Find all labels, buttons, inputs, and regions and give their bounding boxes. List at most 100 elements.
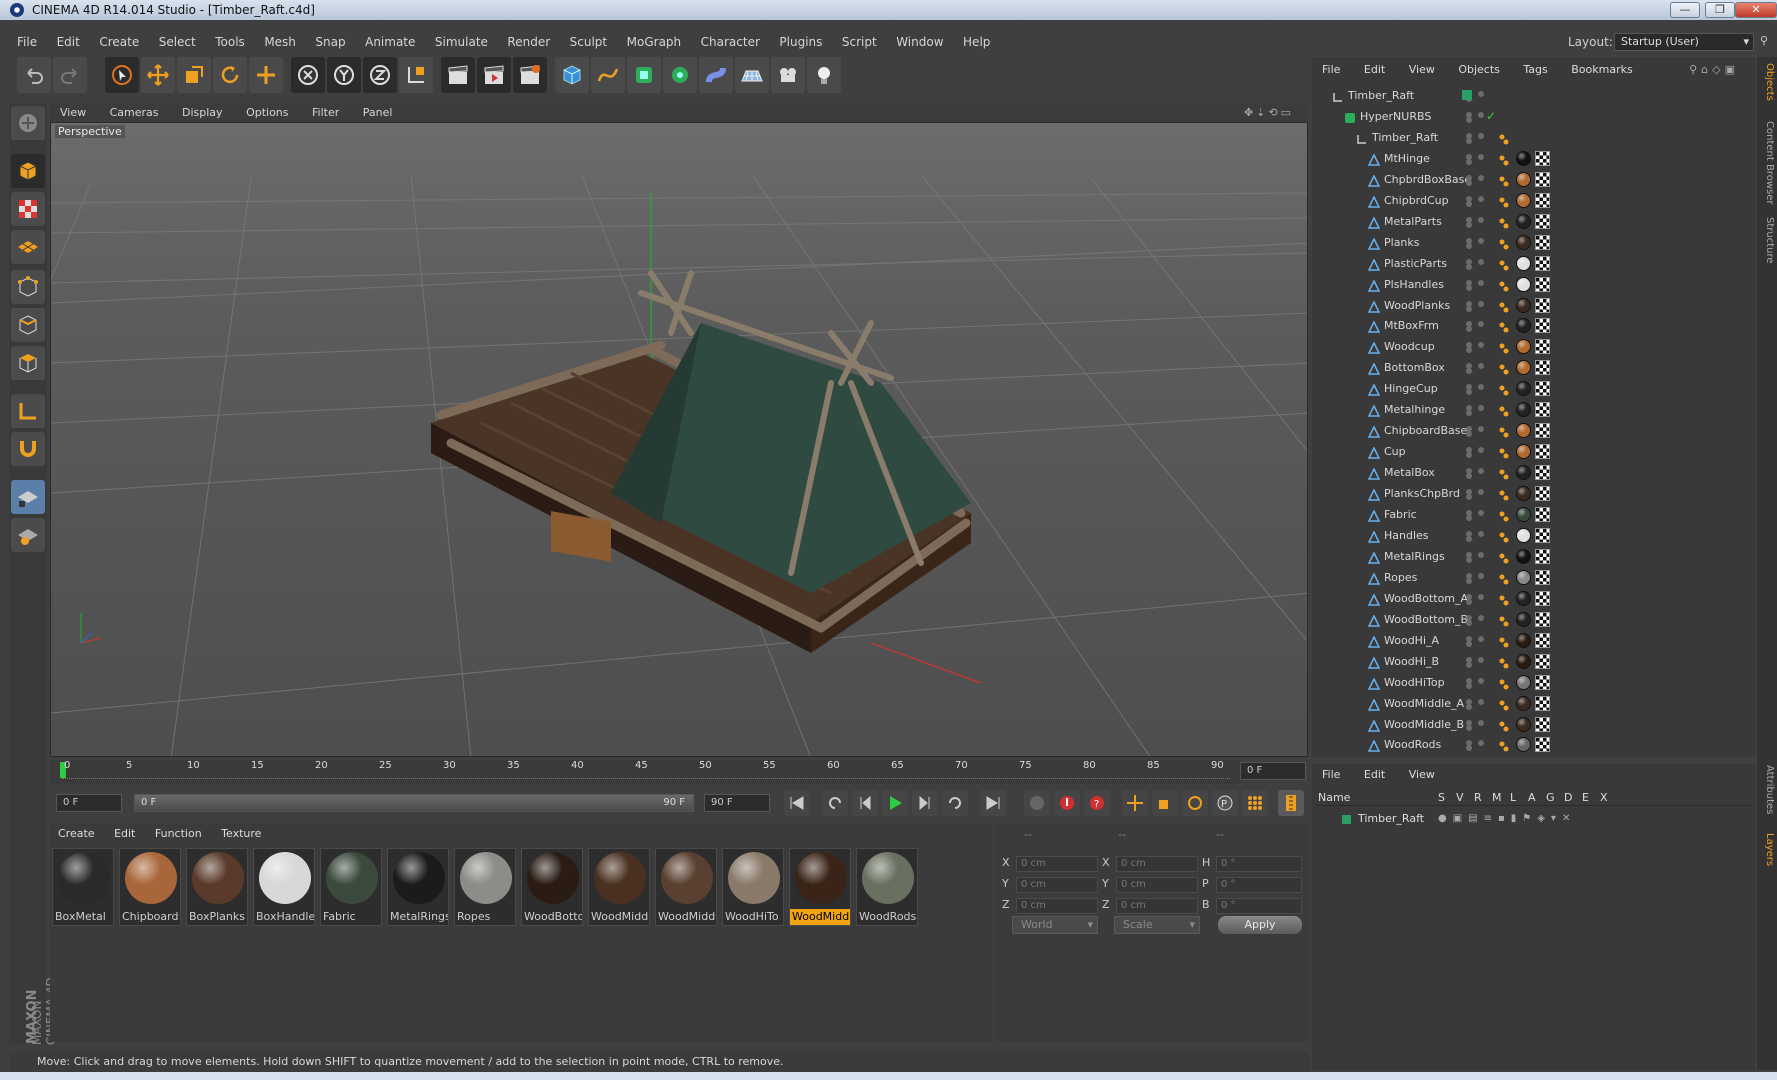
render-visibility-dot[interactable] <box>1466 200 1472 207</box>
restore-button[interactable]: ❐ <box>1705 2 1735 18</box>
menu-sculpt[interactable]: Sculpt <box>570 35 607 49</box>
object-row[interactable]: Handles <box>1312 525 1755 546</box>
material-tag-icon[interactable] <box>1516 465 1531 481</box>
render-visibility-dot[interactable] <box>1466 598 1472 605</box>
menu-create[interactable]: Create <box>99 35 139 49</box>
render-visibility-dot[interactable] <box>1466 619 1472 626</box>
end-frame-field[interactable]: 90 F <box>704 794 770 812</box>
last-tool-button[interactable] <box>249 57 283 93</box>
object-row[interactable]: PlanksChpBrd <box>1312 483 1755 504</box>
material-tag-icon[interactable] <box>1516 234 1531 250</box>
phong-tag-icon[interactable] <box>1498 299 1510 312</box>
enable-dot[interactable] <box>1478 174 1484 181</box>
material-swatch[interactable]: WoodMidd <box>655 848 717 926</box>
object-row[interactable]: ChipbrdCup <box>1312 190 1755 211</box>
menu-mograph[interactable]: MoGraph <box>627 35 682 49</box>
phong-tag-icon[interactable] <box>1498 508 1510 522</box>
enable-dot[interactable] <box>1478 300 1484 307</box>
y-axis-button[interactable] <box>327 57 361 93</box>
render-visibility-dot[interactable] <box>1466 137 1472 144</box>
tab-objects[interactable]: Objects <box>1759 63 1775 101</box>
phong-tag-icon[interactable] <box>1498 236 1510 250</box>
material-tag-icon[interactable] <box>1516 507 1531 522</box>
phong-tag-icon[interactable] <box>1498 131 1510 145</box>
nurbs-button[interactable] <box>627 57 661 93</box>
viewport-menu-panel[interactable]: Panel <box>363 106 393 119</box>
object-row[interactable]: HyperNURBS ✓ <box>1312 106 1755 127</box>
render-visibility-dot[interactable] <box>1466 682 1472 689</box>
enable-dot[interactable] <box>1478 279 1484 286</box>
viewport-menu-options[interactable]: Options <box>246 106 288 119</box>
render-visibility-dot[interactable] <box>1466 724 1472 731</box>
object-nav-icons[interactable]: ⚲⌂◇▣ <box>1689 57 1739 83</box>
texture-mode-button[interactable] <box>11 192 45 226</box>
render-visibility-dot[interactable] <box>1466 494 1472 501</box>
enable-dot[interactable] <box>1478 447 1484 454</box>
uvw-tag-icon[interactable] <box>1535 465 1550 481</box>
menu-edit[interactable]: Edit <box>57 35 80 49</box>
enable-dot[interactable] <box>1478 91 1484 97</box>
phong-tag-icon[interactable] <box>1498 613 1510 627</box>
move-tool-button[interactable] <box>141 57 175 93</box>
menu-snap[interactable]: Snap <box>315 35 345 49</box>
menu-simulate[interactable]: Simulate <box>435 35 488 49</box>
menu-plugins[interactable]: Plugins <box>779 35 822 49</box>
render-visibility-dot[interactable] <box>1466 389 1472 396</box>
phong-tag-icon[interactable] <box>1498 424 1510 438</box>
material-swatch[interactable]: WoodRods <box>856 848 918 926</box>
uvw-tag-icon[interactable] <box>1535 569 1550 585</box>
uvw-tag-icon[interactable] <box>1535 444 1550 460</box>
object-row[interactable]: WoodHi_B <box>1312 651 1755 672</box>
uvw-tag-icon[interactable] <box>1535 360 1550 376</box>
menu-render[interactable]: Render <box>507 35 550 49</box>
material-tag-icon[interactable] <box>1516 527 1531 543</box>
object-row[interactable]: MetalBox <box>1312 462 1755 483</box>
phong-tag-icon[interactable] <box>1498 445 1510 459</box>
perspective-viewport[interactable]: Perspective <box>50 122 1308 757</box>
render-picture-viewer-button[interactable] <box>477 57 511 93</box>
object-row[interactable]: Planks <box>1312 232 1755 253</box>
material-swatch[interactable]: WoodBotto <box>521 848 583 926</box>
next-frame-button[interactable] <box>912 790 938 816</box>
phong-tag-icon[interactable] <box>1498 655 1510 669</box>
render-visibility-dot[interactable] <box>1466 431 1472 438</box>
viewport-nav-icons[interactable]: ✥⇣⟲▭ <box>1244 104 1294 122</box>
cube-button[interactable] <box>555 57 589 93</box>
phong-tag-icon[interactable] <box>1498 571 1510 585</box>
key-parameter-button[interactable]: P <box>1212 790 1238 816</box>
uvw-tag-icon[interactable] <box>1535 423 1550 439</box>
uvw-tag-icon[interactable] <box>1535 297 1550 313</box>
uvw-tag-icon[interactable] <box>1535 716 1550 732</box>
enable-dot[interactable] <box>1478 363 1484 370</box>
tab-structure[interactable]: Structure <box>1759 217 1775 264</box>
menu-file[interactable]: File <box>17 35 37 49</box>
record-disabled-button[interactable] <box>1024 790 1050 816</box>
render-visibility-dot[interactable] <box>1466 661 1472 668</box>
material-tag-icon[interactable] <box>1516 716 1531 732</box>
go-to-start-button[interactable] <box>784 790 810 816</box>
render-visibility-dot[interactable] <box>1466 368 1472 375</box>
enable-dot[interactable] <box>1478 635 1484 642</box>
render-visibility-dot[interactable] <box>1466 284 1472 291</box>
viewport-menu-cameras[interactable]: Cameras <box>110 106 159 119</box>
x-axis-button[interactable] <box>291 57 325 93</box>
uvw-tag-icon[interactable] <box>1535 486 1550 502</box>
render-visibility-dot[interactable] <box>1466 556 1472 563</box>
object-row[interactable]: WoodBottom_A <box>1312 588 1755 609</box>
axis-mode-button[interactable] <box>11 394 45 428</box>
object-menu-tags[interactable]: Tags <box>1523 63 1547 76</box>
timeline-ruler[interactable]: 0 5 10 15 20 25 30 35 40 45 50 55 60 65 … <box>50 760 1240 784</box>
material-tag-icon[interactable] <box>1516 611 1531 627</box>
enable-dot[interactable] <box>1478 530 1484 537</box>
object-row[interactable]: Ropes <box>1312 567 1755 588</box>
enable-dot[interactable] <box>1478 153 1484 160</box>
material-swatch[interactable]: MetalRings <box>387 848 449 926</box>
polygons-mode-button[interactable] <box>11 346 45 380</box>
phong-tag-icon[interactable] <box>1498 592 1510 606</box>
viewport-menu-view[interactable]: View <box>60 106 86 119</box>
tab-attributes[interactable]: Attributes <box>1759 765 1775 814</box>
close-button[interactable]: ✕ <box>1735 2 1777 18</box>
material-swatch[interactable]: Fabric <box>320 848 382 926</box>
object-row[interactable]: MetalParts <box>1312 211 1755 232</box>
object-row[interactable]: WoodBottom_B <box>1312 609 1755 630</box>
